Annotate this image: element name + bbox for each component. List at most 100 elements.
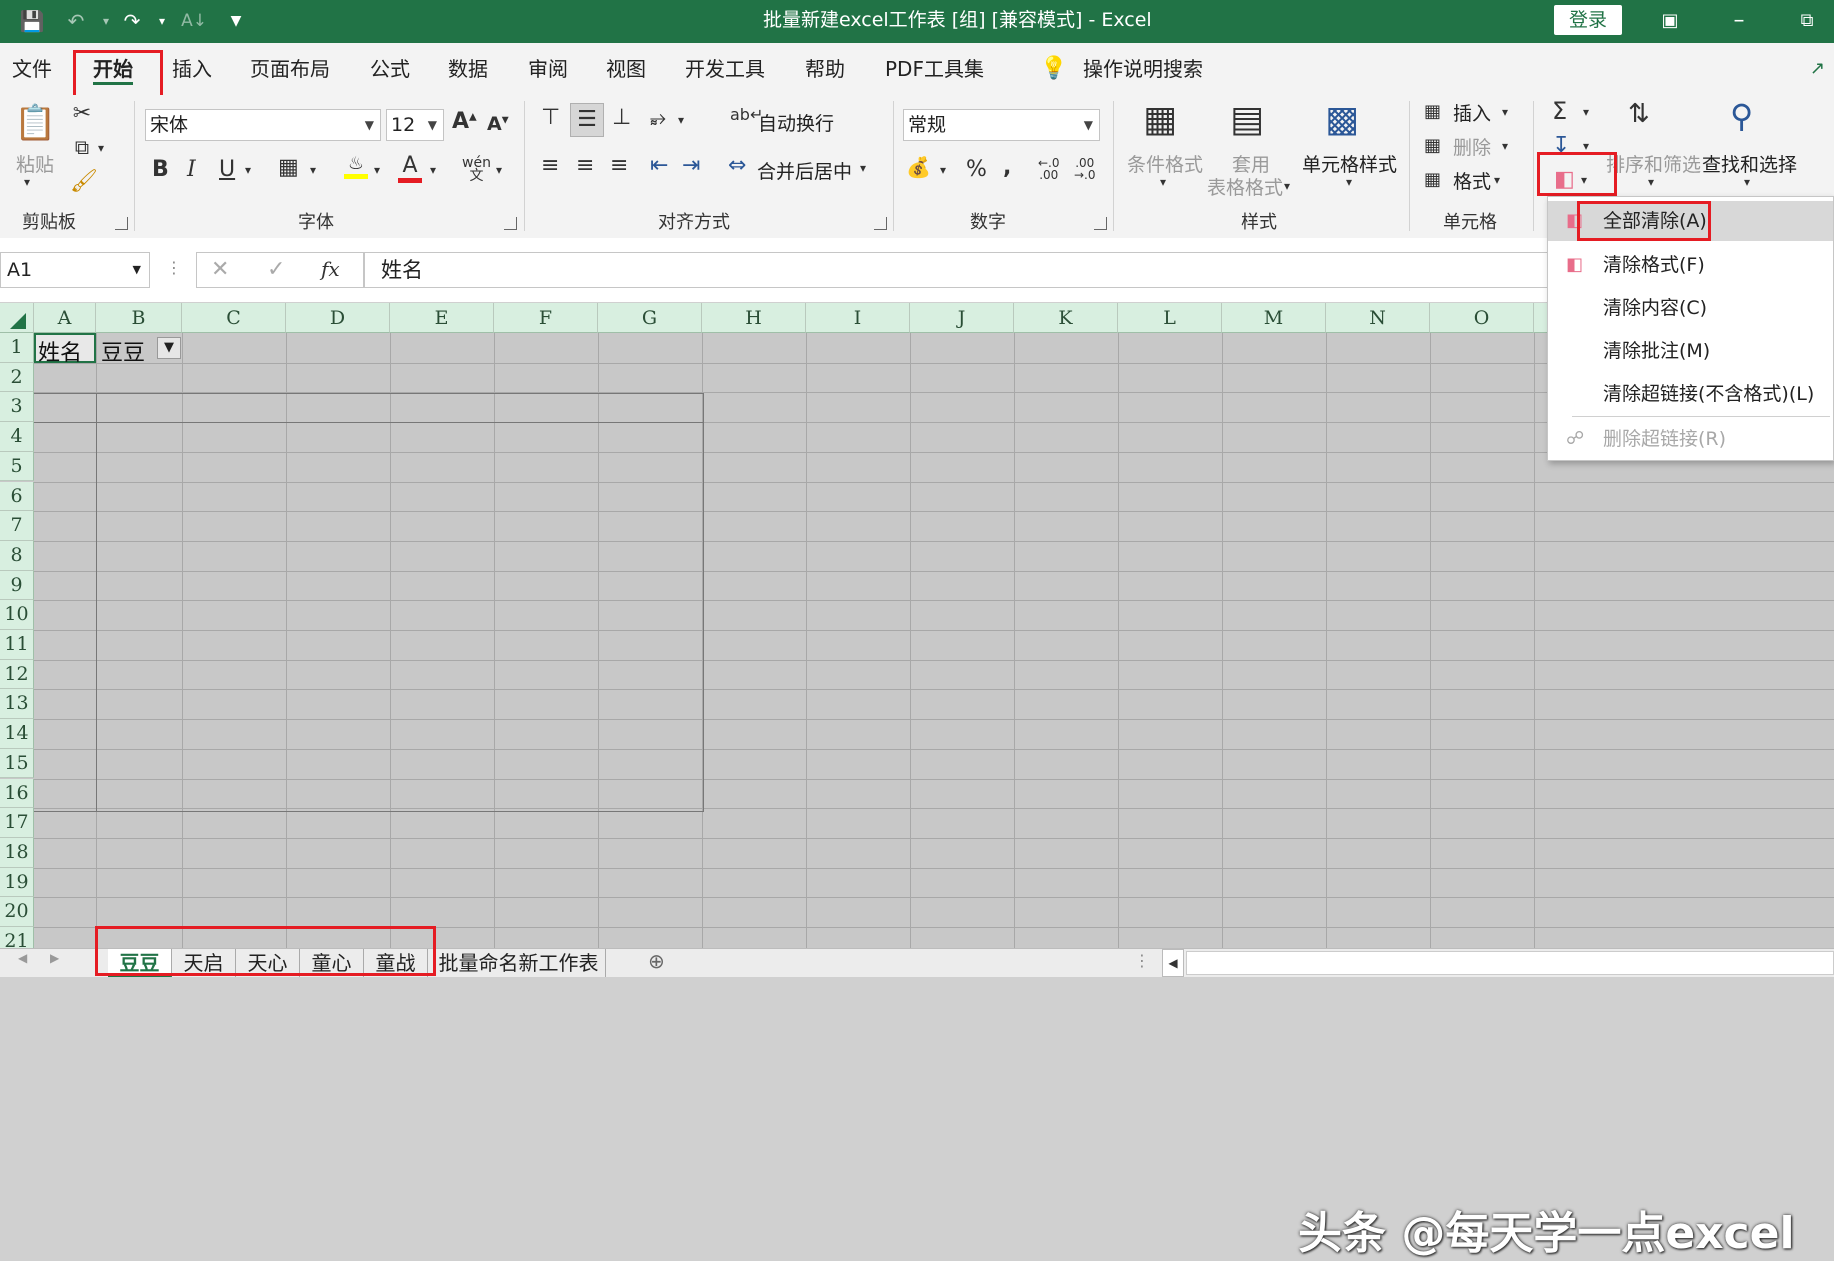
decrease-decimal-icon[interactable]: .00 →.0 bbox=[1074, 157, 1096, 181]
tab-data[interactable]: 数据 bbox=[448, 43, 488, 95]
menu-item-clear-comments[interactable]: 清除批注(M) bbox=[1548, 331, 1833, 371]
new-sheet-icon[interactable]: ⊕ bbox=[648, 949, 665, 973]
find-select-dropdown-icon[interactable]: ▾ bbox=[1744, 175, 1750, 189]
font-size-select[interactable]: 12 ▼ bbox=[386, 109, 444, 141]
comma-icon[interactable]: , bbox=[1003, 155, 1011, 180]
menu-item-clear-hyperlinks[interactable]: 清除超链接(不含格式)(L) bbox=[1548, 374, 1833, 414]
customize-toolbar-icon[interactable]: ▼ bbox=[222, 8, 250, 34]
insert-dropdown-icon[interactable]: ▾ bbox=[1502, 105, 1508, 119]
tab-split-icon[interactable]: ⋮ bbox=[1134, 951, 1150, 970]
ribbon-display-icon[interactable]: ▣ bbox=[1656, 8, 1684, 34]
column-header[interactable]: O bbox=[1430, 303, 1534, 333]
horizontal-scrollbar[interactable] bbox=[1186, 951, 1834, 975]
row-header[interactable]: 12 bbox=[0, 659, 34, 690]
column-header[interactable]: J bbox=[910, 303, 1014, 333]
tab-page-layout[interactable]: 页面布局 bbox=[250, 43, 330, 95]
increase-font-icon[interactable]: A▲ bbox=[452, 109, 477, 134]
borders-icon[interactable]: ▦ bbox=[278, 155, 299, 180]
row-header[interactable]: 16 bbox=[0, 778, 34, 809]
row-header[interactable]: 11 bbox=[0, 630, 34, 660]
alignment-launcher-icon[interactable] bbox=[874, 217, 887, 230]
borders-dropdown-icon[interactable]: ▾ bbox=[310, 163, 316, 177]
tab-review[interactable]: 审阅 bbox=[528, 43, 568, 95]
redo-dropdown-icon[interactable]: ▾ bbox=[148, 8, 176, 34]
sheet-tab[interactable]: 批量命名新工作表 bbox=[432, 949, 606, 977]
format-cells-button[interactable]: 格式 bbox=[1453, 167, 1491, 194]
sort-filter-dropdown-icon[interactable]: ▾ bbox=[1648, 175, 1654, 189]
accounting-dropdown-icon[interactable]: ▾ bbox=[940, 163, 946, 177]
autosum-dropdown-icon[interactable]: ▾ bbox=[1583, 105, 1589, 119]
phonetic-icon[interactable]: wén 文 bbox=[462, 156, 491, 183]
row-header[interactable]: 2 bbox=[0, 362, 34, 393]
align-bottom-icon[interactable]: ⊥ bbox=[612, 105, 631, 130]
number-launcher-icon[interactable] bbox=[1094, 217, 1107, 230]
format-dropdown-icon[interactable]: ▾ bbox=[1494, 173, 1500, 187]
sort-filter-button[interactable]: 排序和筛选 bbox=[1606, 150, 1701, 177]
row-header[interactable]: 10 bbox=[0, 600, 34, 630]
merge-dropdown-icon[interactable]: ▾ bbox=[860, 161, 866, 175]
tab-developer[interactable]: 开发工具 bbox=[685, 43, 765, 95]
align-right-icon[interactable]: ≡ bbox=[610, 153, 628, 178]
more-options-icon[interactable]: ⋮ bbox=[166, 258, 182, 277]
clipboard-launcher-icon[interactable] bbox=[115, 217, 128, 230]
column-header[interactable]: A bbox=[34, 303, 96, 333]
fill-color-icon[interactable]: ♨ bbox=[344, 153, 368, 179]
fill-color-dropdown-icon[interactable]: ▾ bbox=[374, 163, 380, 177]
save-icon[interactable]: 💾 bbox=[18, 8, 46, 34]
row-header[interactable]: 8 bbox=[0, 540, 34, 571]
cell-b1[interactable]: 豆豆 bbox=[101, 335, 145, 367]
merge-center-icon[interactable]: ⇔ bbox=[728, 153, 746, 178]
tab-help[interactable]: 帮助 bbox=[805, 43, 845, 95]
align-top-icon[interactable]: ⊤ bbox=[541, 105, 560, 130]
format-cells-icon[interactable]: ▦ bbox=[1424, 169, 1441, 190]
row-header[interactable]: 15 bbox=[0, 748, 34, 779]
increase-indent-icon[interactable]: ⇥ bbox=[682, 153, 700, 178]
font-name-select[interactable]: 宋体 ▼ bbox=[145, 109, 381, 141]
cell-a1[interactable]: 姓名 bbox=[38, 335, 82, 367]
column-header[interactable]: N bbox=[1326, 303, 1430, 333]
paste-icon[interactable]: 📋 bbox=[14, 103, 56, 143]
scroll-next-sheet-icon[interactable]: ▶ bbox=[50, 951, 59, 965]
align-middle-icon[interactable]: ☰ bbox=[570, 103, 604, 137]
restore-icon[interactable]: ⧉ bbox=[1793, 8, 1821, 34]
sort-filter-icon[interactable]: ⇅ bbox=[1628, 99, 1650, 129]
column-header[interactable]: D bbox=[286, 303, 390, 333]
tab-file[interactable]: 文件 bbox=[12, 43, 52, 95]
format-painter-icon[interactable]: 🖌 bbox=[70, 169, 98, 194]
merge-center-button[interactable]: 合并后居中 bbox=[757, 157, 852, 184]
font-launcher-icon[interactable] bbox=[504, 217, 517, 230]
cut-icon[interactable]: ✂ bbox=[70, 101, 94, 126]
sort-ascending-icon[interactable]: A↓ bbox=[180, 8, 208, 34]
undo-icon[interactable]: ↶ bbox=[62, 8, 90, 34]
row-header[interactable]: 18 bbox=[0, 837, 34, 868]
find-select-icon[interactable]: ⚲ bbox=[1730, 97, 1753, 135]
font-color-icon[interactable]: A bbox=[398, 153, 422, 183]
tell-me-search[interactable]: 操作说明搜索 bbox=[1083, 43, 1203, 95]
format-as-table-dropdown-icon[interactable]: ▾ bbox=[1284, 179, 1290, 193]
percent-icon[interactable]: % bbox=[966, 157, 987, 182]
row-header[interactable]: 1 bbox=[0, 333, 34, 363]
share-icon[interactable]: ↗ bbox=[1810, 43, 1825, 95]
delete-cells-icon[interactable]: ▦ bbox=[1424, 135, 1441, 156]
tab-pdf-tools[interactable]: PDF工具集 bbox=[885, 43, 984, 95]
copy-dropdown-icon[interactable]: ▾ bbox=[98, 141, 104, 155]
tab-view[interactable]: 视图 bbox=[606, 43, 646, 95]
number-format-select[interactable]: 常规 ▼ bbox=[903, 109, 1100, 141]
row-header[interactable]: 19 bbox=[0, 867, 34, 898]
redo-icon[interactable]: ↷ bbox=[118, 8, 146, 34]
minimize-icon[interactable]: – bbox=[1725, 8, 1753, 34]
underline-icon[interactable]: U bbox=[219, 157, 235, 182]
autosum-icon[interactable]: Σ bbox=[1552, 97, 1567, 125]
decrease-font-icon[interactable]: A▼ bbox=[487, 113, 509, 135]
column-header[interactable]: E bbox=[390, 303, 494, 333]
align-center-icon[interactable]: ≡ bbox=[576, 153, 594, 178]
conditional-format-button[interactable]: 条件格式 bbox=[1127, 150, 1203, 177]
italic-icon[interactable]: I bbox=[187, 157, 196, 182]
name-box[interactable]: A1 ▼ bbox=[0, 252, 150, 288]
row-header[interactable]: 5 bbox=[0, 451, 34, 482]
cancel-icon[interactable]: ✕ bbox=[211, 257, 229, 282]
align-left-icon[interactable]: ≡ bbox=[541, 153, 559, 178]
paste-label[interactable]: 粘贴 bbox=[16, 150, 54, 177]
tab-formulas[interactable]: 公式 bbox=[370, 43, 410, 95]
column-header[interactable]: B bbox=[96, 303, 182, 333]
